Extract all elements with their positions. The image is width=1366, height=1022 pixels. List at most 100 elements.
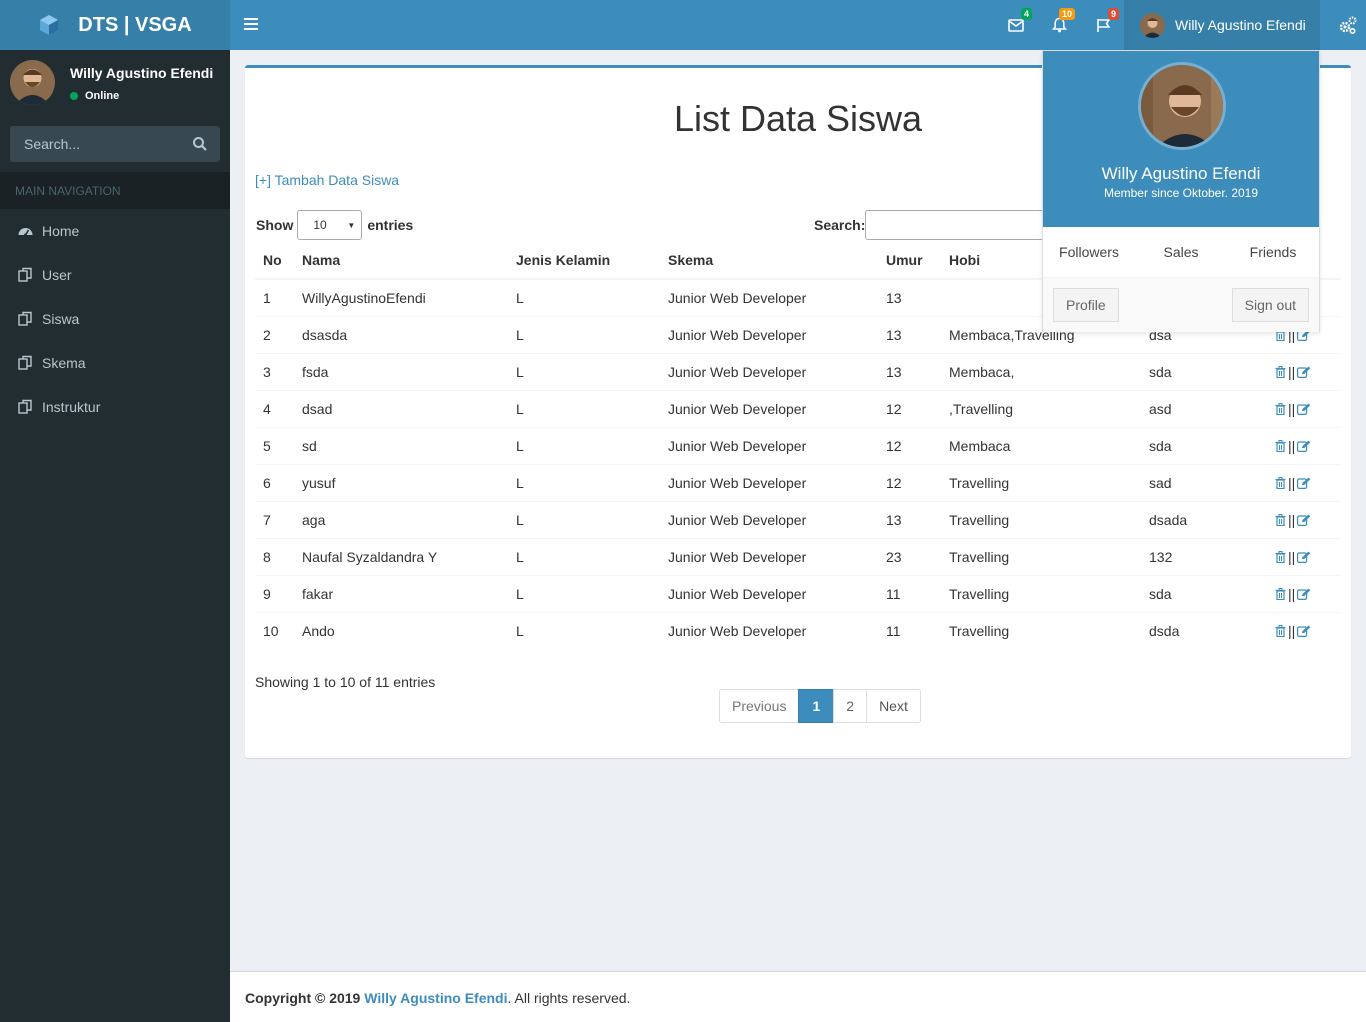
sidebar: Willy Agustino Efendi Online MAIN NAVIGA… — [0, 50, 230, 1022]
edit-icon[interactable] — [1297, 366, 1311, 378]
sidebar-menu: Home User Siswa Skema Instruktur — [0, 209, 230, 429]
status-badge: Online — [70, 90, 119, 102]
edit-icon[interactable] — [1297, 514, 1311, 526]
column-header[interactable]: Umur — [878, 242, 941, 280]
action-separator: || — [1288, 437, 1296, 454]
sidebar-item-label: Instruktur — [42, 399, 101, 415]
sidebar-toggle-icon[interactable] — [244, 17, 258, 31]
table-cell: fsda — [294, 352, 508, 390]
table-cell: sad — [1141, 463, 1265, 501]
table-row: 4 dsad L Junior Web Developer 12 ,Travelling a… — [255, 389, 1341, 427]
trash-icon[interactable] — [1275, 365, 1286, 378]
add-siswa-link[interactable]: [+] Tambah Data Siswa — [255, 172, 399, 188]
sidebar-item-skema[interactable]: Skema — [0, 341, 230, 385]
trash-icon[interactable] — [1275, 476, 1286, 489]
table-cell: 6 — [255, 463, 294, 501]
column-header[interactable]: Nama — [294, 242, 508, 280]
followers-link[interactable]: Followers — [1043, 227, 1135, 277]
table-cell: Travelling — [941, 574, 1141, 612]
profile-button[interactable]: Profile — [1053, 288, 1119, 322]
table-cell: Junior Web Developer — [660, 426, 878, 464]
table-cell: 7 — [255, 500, 294, 538]
messages-button[interactable]: 4 — [1004, 8, 1032, 37]
header-user-name: Willy Agustino Efendi — [1175, 17, 1306, 33]
sign-out-button[interactable]: Sign out — [1231, 288, 1309, 322]
column-header[interactable]: Skema — [660, 242, 878, 280]
user-menu-toggle[interactable]: Willy Agustino Efendi — [1124, 0, 1320, 50]
show-label: Show — [256, 217, 294, 233]
edit-icon[interactable] — [1297, 551, 1311, 563]
pagination-previous[interactable]: Previous — [719, 689, 800, 723]
gears-icon[interactable] — [1338, 15, 1358, 35]
table-cell: L — [508, 574, 660, 612]
search-input[interactable] — [10, 126, 180, 162]
avatar — [10, 60, 55, 105]
table-cell: L — [508, 389, 660, 427]
action-separator: || — [1288, 585, 1296, 602]
entries-label: entries — [367, 217, 414, 233]
sidebar-item-siswa[interactable]: Siswa — [0, 297, 230, 341]
action-separator: || — [1288, 511, 1296, 528]
trash-icon[interactable] — [1275, 439, 1286, 452]
search-label: Search: — [814, 217, 866, 233]
table-row: 6 yusuf L Junior Web Developer 12 Travelling s… — [255, 463, 1341, 501]
table-cell: Travelling — [941, 537, 1141, 575]
table-cell: Junior Web Developer — [660, 278, 878, 316]
table-cell: L — [508, 315, 660, 353]
search-icon[interactable] — [192, 136, 208, 152]
row-actions: || — [1265, 611, 1341, 649]
sidebar-item-instruktur[interactable]: Instruktur — [0, 385, 230, 429]
table-cell: L — [508, 278, 660, 316]
friends-link[interactable]: Friends — [1227, 227, 1319, 277]
sidebar-item-home[interactable]: Home — [0, 209, 230, 253]
table-cell: 5 — [255, 426, 294, 464]
notifications-button[interactable]: 10 — [1047, 8, 1075, 37]
pagination-page-1[interactable]: 1 — [798, 689, 835, 723]
row-actions: || — [1265, 500, 1341, 538]
tasks-badge: 9 — [1107, 8, 1119, 20]
edit-icon[interactable] — [1297, 588, 1311, 600]
entries-length: Show 10 ▼ entries — [256, 210, 413, 240]
pagination-next[interactable]: Next — [866, 689, 921, 723]
pagination-page-2[interactable]: 2 — [833, 689, 868, 723]
sales-link[interactable]: Sales — [1135, 227, 1227, 277]
edit-icon[interactable] — [1297, 440, 1311, 452]
copyright-text: Copyright © 2019 — [245, 990, 361, 1006]
online-dot-icon — [70, 92, 78, 100]
table-cell: Ando — [294, 611, 508, 649]
action-separator: || — [1288, 474, 1296, 491]
table-cell: 2 — [255, 315, 294, 353]
column-header[interactable]: No — [255, 242, 294, 280]
table-cell: 10 — [255, 611, 294, 649]
brand-logo[interactable]: DTS | VSGA — [0, 0, 230, 50]
trash-icon[interactable] — [1275, 513, 1286, 526]
edit-icon[interactable] — [1297, 477, 1311, 489]
table-cell: 9 — [255, 574, 294, 612]
table-cell: dsad — [294, 389, 508, 427]
dropdown-footer: Profile Sign out — [1043, 278, 1319, 332]
trash-icon[interactable] — [1275, 587, 1286, 600]
edit-icon[interactable] — [1297, 403, 1311, 415]
author-link[interactable]: Willy Agustino Efendi — [364, 990, 507, 1006]
trash-icon[interactable] — [1275, 402, 1286, 415]
table-cell: 13 — [878, 500, 941, 538]
sidebar-item-user[interactable]: User — [0, 253, 230, 297]
table-cell: WillyAgustinoEfendi — [294, 278, 508, 316]
table-cell: L — [508, 463, 660, 501]
sidebar-user-name: Willy Agustino Efendi — [70, 65, 214, 81]
entries-select[interactable]: 10 ▼ — [297, 210, 363, 240]
table-cell: Junior Web Developer — [660, 315, 878, 353]
column-header[interactable]: Jenis Kelamin — [508, 242, 660, 280]
dropdown-header: Willy Agustino Efendi Member since Oktob… — [1043, 51, 1319, 227]
table-cell: sd — [294, 426, 508, 464]
edit-icon[interactable] — [1297, 625, 1311, 637]
copy-icon — [18, 355, 32, 370]
table-cell: 12 — [878, 463, 941, 501]
trash-icon[interactable] — [1275, 624, 1286, 637]
table-cell: Membaca — [941, 426, 1141, 464]
trash-icon[interactable] — [1275, 550, 1286, 563]
tasks-button[interactable]: 9 — [1091, 8, 1119, 37]
nav-header: MAIN NAVIGATION — [0, 172, 230, 209]
table-cell: 4 — [255, 389, 294, 427]
table-cell: Junior Web Developer — [660, 537, 878, 575]
